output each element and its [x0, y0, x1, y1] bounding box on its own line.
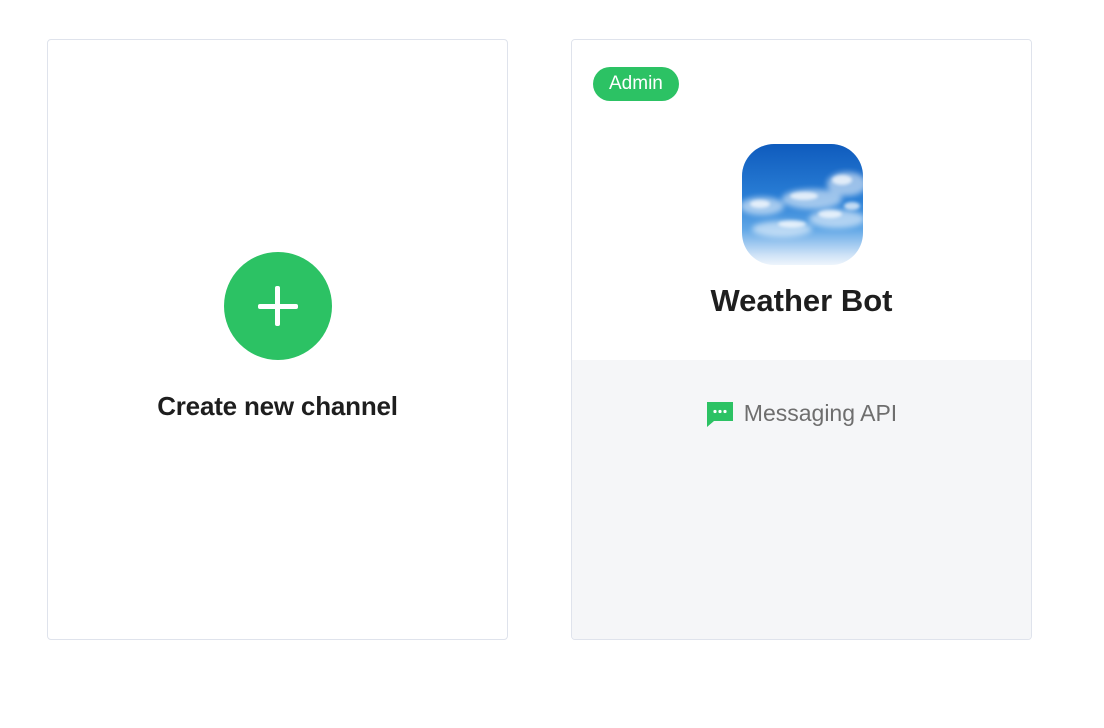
create-channel-label: Create new channel: [157, 391, 398, 421]
admin-badge: Admin: [593, 67, 679, 101]
channel-avatar: [742, 144, 863, 265]
sky-clouds-image: [742, 172, 863, 237]
channel-type: Messaging API: [572, 399, 1031, 427]
create-channel-content: Create new channel: [48, 252, 507, 422]
channel-name: Weather Bot: [710, 283, 893, 318]
channel-card-header: Admin Weather Bot: [572, 40, 1031, 360]
channel-type-label: Messaging API: [743, 399, 898, 426]
channel-card-footer: Messaging API: [572, 360, 1031, 639]
chat-bubble-icon: [706, 402, 733, 427]
channel-card[interactable]: Admin Weather Bot Messaging API: [571, 39, 1032, 640]
create-channel-card[interactable]: Create new channel: [47, 39, 508, 640]
plus-icon[interactable]: [223, 252, 332, 360]
